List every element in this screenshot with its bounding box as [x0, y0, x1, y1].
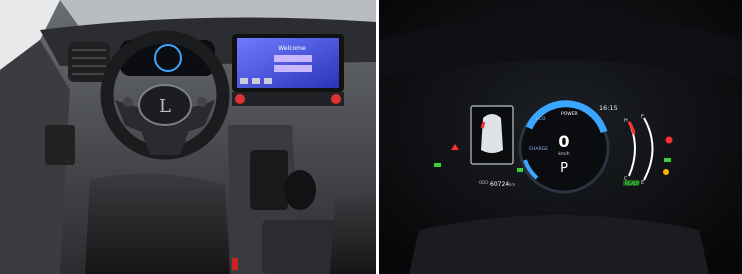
car-icon: [481, 114, 503, 153]
cup-holder: [284, 170, 316, 210]
screen-icons: [240, 78, 272, 84]
fuel-f-label: F: [641, 114, 644, 120]
power-label: POWER: [561, 111, 578, 117]
eco-label: ECO: [536, 116, 546, 122]
gear-indicator: P: [560, 161, 568, 176]
interior-photo: L Welcome: [0, 0, 376, 274]
window-switches: [45, 125, 75, 165]
photo-collage: L Welcome ECO POWER CHARGE 0 km/h P 16:1…: [0, 0, 742, 274]
gear-selector-area: [250, 150, 288, 210]
cluster-illustration: ECO POWER CHARGE 0 km/h P 16:15 H C F E: [379, 0, 742, 274]
parking-light-icon: [664, 158, 671, 162]
ev-indicator-icon: [434, 163, 441, 167]
fuel-e-label: E: [641, 180, 644, 186]
eco-indicator-icon: [517, 168, 523, 172]
speed-unit: km/h: [558, 151, 570, 157]
screen-title: Welcome: [278, 45, 306, 52]
cluster-surround: [409, 215, 709, 274]
passenger-seat: [330, 195, 376, 274]
odometer-unit: km: [509, 182, 515, 187]
odometer-value: 60724: [490, 181, 509, 188]
fuel-warning-icon: [663, 169, 669, 175]
seatbelt-buckle: [232, 258, 238, 270]
ready-indicator: READY: [625, 181, 640, 187]
speed-readout: 0: [558, 132, 569, 151]
temp-h-label: H: [624, 118, 628, 124]
lexus-logo-icon: L: [159, 96, 171, 117]
climate-controls: [232, 92, 344, 106]
open-door-indicator: [480, 121, 486, 129]
warning-light-icon: [665, 136, 673, 144]
clock: 16:15: [599, 104, 618, 112]
driver-seat: [85, 173, 230, 274]
interior-illustration: L Welcome: [0, 0, 376, 274]
odo-prefix: ODO: [479, 180, 488, 185]
cluster-photo: ECO POWER CHARGE 0 km/h P 16:15 H C F E: [379, 0, 742, 274]
charge-label: CHARGE: [529, 146, 548, 152]
